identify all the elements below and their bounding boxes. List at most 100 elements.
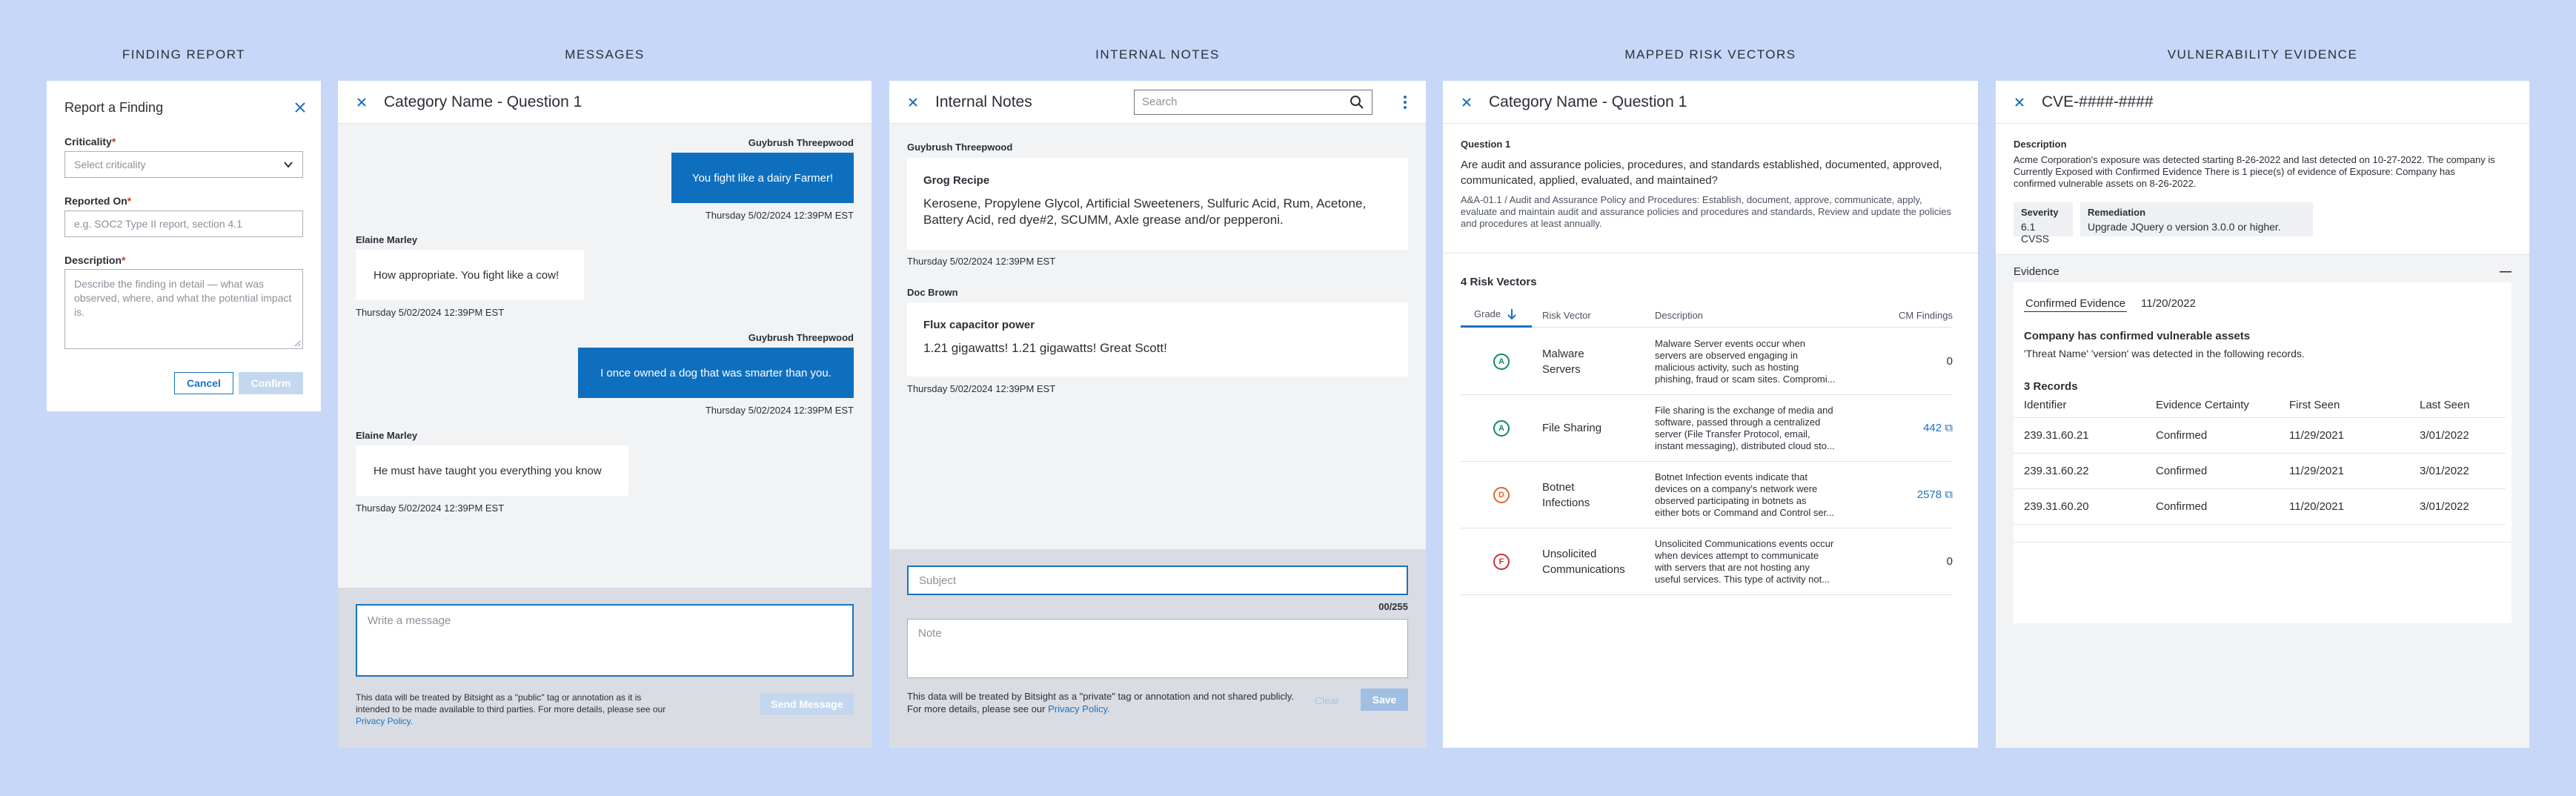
remediation-box: Remediation Upgrade JQuery o version 3.0…	[2080, 202, 2313, 236]
sort-arrow-down-icon[interactable]	[1507, 308, 1517, 320]
note-input[interactable]: Note	[907, 619, 1408, 678]
grade-f-icon: F	[1493, 553, 1510, 570]
evidence-label: Evidence	[2014, 265, 2059, 278]
record-first-seen: 11/20/2021	[2289, 500, 2344, 513]
vuln-header: CVE-####-####	[1996, 81, 2529, 124]
external-link-icon: ⧉	[1945, 488, 1953, 501]
message-sender: Guybrush Threepwood	[748, 137, 854, 148]
note-placeholder: Note	[918, 627, 942, 640]
record-row[interactable]: 239.31.60.21 Confirmed 11/29/2021 3/01/2…	[2014, 418, 2506, 454]
risk-vector-name: Botnet Infections	[1542, 480, 1590, 509]
severity-value: 6.1 CVSS	[2021, 221, 2050, 245]
collapse-icon[interactable]: —	[2500, 265, 2512, 279]
grade-a-icon: A	[1493, 353, 1510, 370]
reported-on-input[interactable]: e.g. SOC2 Type II report, section 4.1	[64, 210, 303, 237]
record-row[interactable]: 239.31.60.22 Confirmed 11/29/2021 3/01/2…	[2014, 454, 2506, 489]
record-certainty: Confirmed	[2156, 500, 2208, 513]
record-last-seen: 3/01/2022	[2420, 465, 2469, 477]
findings-link[interactable]: 2578 ⧉	[1862, 488, 1953, 501]
private-disclaimer: This data will be treated by Bitsight as…	[907, 691, 1295, 714]
privacy-policy-link[interactable]: Privacy Policy.	[1048, 703, 1110, 714]
message-input[interactable]: Write a message	[356, 604, 854, 677]
severity-label: Severity	[2021, 207, 2059, 218]
risk-vector-row[interactable]: F Unsolicited Communications Unsolicited …	[1461, 528, 1953, 595]
subject-input[interactable]: Subject	[907, 566, 1408, 595]
more-options-icon[interactable]	[1398, 95, 1413, 109]
messages-header: Category Name - Question 1	[338, 81, 872, 124]
note-timestamp: Thursday 5/02/2024 12:39PM EST	[907, 383, 1056, 394]
subject-placeholder: Subject	[919, 574, 957, 587]
criticality-placeholder: Select criticality	[74, 159, 146, 170]
risk-vector-row[interactable]: A File Sharing File sharing is the excha…	[1461, 395, 1953, 462]
identifier-column-header: Identifier	[2024, 399, 2067, 411]
question-text: Are audit and assurance policies, proced…	[1461, 159, 1942, 187]
note-card[interactable]: Flux capacitor power 1.21 gigawatts! 1.2…	[907, 302, 1408, 377]
records-table-header: Identifier Evidence Certainty First Seen…	[2014, 393, 2506, 418]
findings-link[interactable]: 442 ⧉	[1862, 422, 1953, 434]
send-message-button[interactable]: Send Message	[760, 693, 854, 715]
record-row[interactable]: 239.31.60.20 Confirmed 11/20/2021 3/01/2…	[2014, 489, 2506, 525]
resize-handle-icon[interactable]	[293, 339, 301, 347]
assets-title: Company has confirmed vulnerable assets	[2024, 330, 2251, 342]
close-icon[interactable]	[903, 92, 923, 113]
note-composer-area: Subject 00/255 Note This data will be tr…	[889, 549, 1426, 748]
column-title-mapped-risk-vectors: MAPPED RISK VECTORS	[1624, 47, 1796, 62]
remediation-value: Upgrade JQuery o version 3.0.0 or higher…	[2088, 221, 2281, 233]
confirmed-date: 11/20/2022	[2141, 297, 2196, 310]
message-timestamp: Thursday 5/02/2024 12:39PM EST	[356, 307, 505, 318]
reported-on-label: Reported On*	[64, 195, 132, 207]
notes-search-input[interactable]: Search	[1134, 89, 1372, 115]
column-title-finding-report: FINDING REPORT	[122, 47, 246, 62]
vectors-table-header: Grade Risk Vector Description CM Finding…	[1461, 302, 1953, 328]
criticality-select[interactable]: Select criticality	[64, 151, 303, 178]
record-certainty: Confirmed	[2156, 429, 2208, 442]
record-identifier: 239.31.60.22	[2024, 465, 2089, 477]
risk-title: Category Name - Question 1	[1489, 93, 1687, 110]
grade-column-header[interactable]: Grade	[1461, 302, 1532, 328]
message-sender: Elaine Marley	[356, 234, 418, 245]
confirm-button[interactable]: Confirm	[239, 372, 303, 394]
search-placeholder: Search	[1142, 96, 1178, 108]
close-icon[interactable]	[290, 97, 311, 118]
risk-vector-row[interactable]: D Botnet Infections Botnet Infection even…	[1461, 462, 1953, 528]
remediation-label: Remediation	[2088, 207, 2146, 218]
note-body: 1.21 gigawatts! 1.21 gigawatts! Great Sc…	[923, 341, 1167, 355]
risk-vector-row[interactable]: A Malware Servers Malware Server events o…	[1461, 328, 1953, 395]
messages-title: Category Name - Question 1	[384, 93, 582, 110]
record-identifier: 239.31.60.21	[2024, 429, 2089, 442]
findings-column-header: CM Findings	[1899, 310, 1953, 321]
vectors-title: 4 Risk Vectors	[1461, 276, 1537, 288]
messages-panel: Category Name - Question 1 Guybrush Thre…	[338, 81, 872, 748]
save-button[interactable]: Save	[1361, 689, 1408, 711]
description-label: Description*	[64, 254, 126, 266]
privacy-policy-link[interactable]: Privacy Policy.	[356, 716, 413, 726]
message-timestamp: Thursday 5/02/2024 12:39PM EST	[705, 405, 854, 416]
close-icon[interactable]	[2009, 92, 2030, 113]
description-column-header: Description	[1655, 310, 1704, 321]
message-timestamp: Thursday 5/02/2024 12:39PM EST	[705, 210, 854, 221]
note-card[interactable]: Grog Recipe Kerosene, Propylene Glycol, …	[907, 158, 1408, 250]
risk-vector-description: Malware Server events occur when servers …	[1655, 337, 1836, 385]
risk-vector-name: File Sharing	[1542, 422, 1602, 434]
notes-title: Internal Notes	[935, 93, 1032, 110]
column-title-internal-notes: INTERNAL NOTES	[1095, 47, 1220, 62]
close-icon[interactable]	[1456, 92, 1477, 113]
first-seen-column-header: First Seen	[2289, 399, 2340, 411]
message-timestamp: Thursday 5/02/2024 12:39PM EST	[356, 503, 505, 514]
description-textarea[interactable]: Describe the finding in detail — what wa…	[64, 269, 303, 349]
severity-box: Severity 6.1 CVSS	[2014, 202, 2073, 245]
question-section: Question 1 Are audit and assurance polic…	[1443, 124, 1978, 253]
risk-vector-description: Unsolicited Communications events occur w…	[1655, 537, 1834, 585]
close-icon[interactable]	[351, 92, 372, 113]
note-timestamp: Thursday 5/02/2024 12:39PM EST	[907, 256, 1056, 267]
search-icon[interactable]	[1350, 95, 1364, 110]
grade-a-icon: A	[1493, 419, 1510, 437]
cancel-button[interactable]: Cancel	[174, 372, 233, 394]
internal-notes-panel: Internal Notes Search Guybrush Threepwoo…	[889, 81, 1426, 748]
subject-counter: 00/255	[1378, 601, 1408, 612]
message-bubble-incoming: He must have taught you everything you k…	[356, 445, 628, 496]
record-last-seen: 3/01/2022	[2420, 500, 2469, 513]
confirmed-evidence-tag: Confirmed Evidence	[2024, 297, 2128, 312]
note-author: Guybrush Threepwood	[907, 142, 1013, 153]
clear-button[interactable]: Clear	[1315, 694, 1339, 706]
